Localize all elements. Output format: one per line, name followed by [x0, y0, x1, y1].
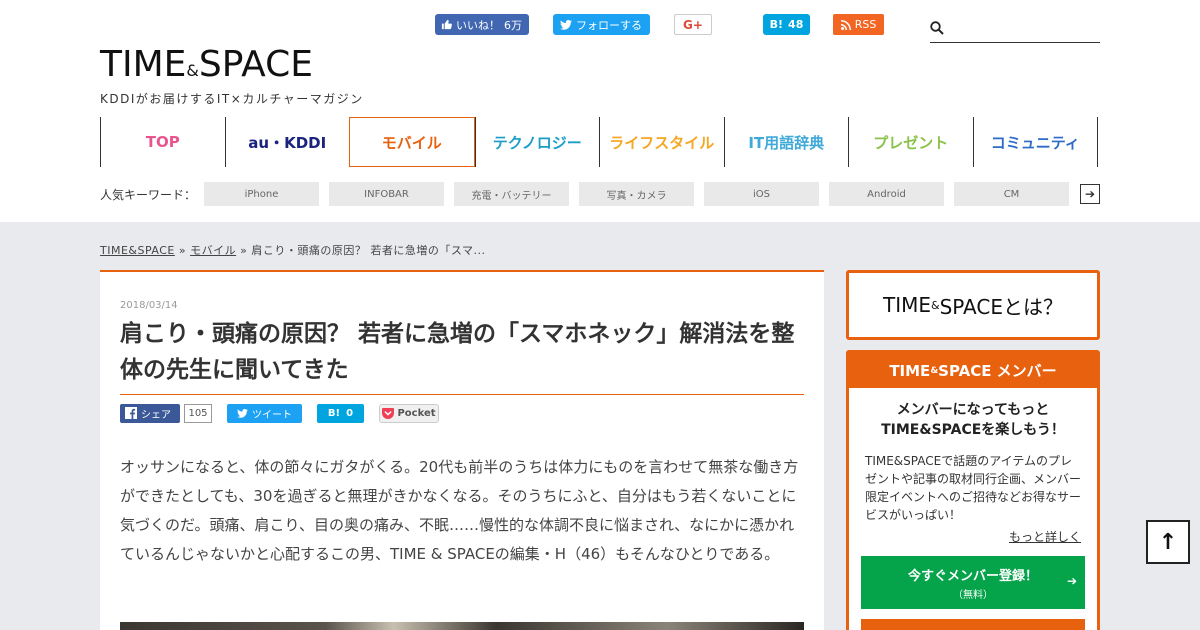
tweet-button[interactable]: ツイート [227, 403, 302, 423]
keyword-tag[interactable]: iOS [704, 182, 819, 206]
pocket-icon [382, 407, 395, 419]
nav-item-2[interactable]: モバイル [349, 117, 475, 167]
keyword-tag[interactable]: 写真・カメラ [579, 182, 694, 206]
secondary-member-button[interactable] [861, 619, 1085, 630]
fb-like-count: 6万 [504, 18, 522, 32]
tw-follow-label: フォローする [576, 18, 642, 32]
about-space: SPACEとは？ [939, 294, 1063, 319]
search-input[interactable] [950, 15, 1100, 41]
twitter-bird-icon [560, 19, 572, 30]
nav-item-6[interactable]: プレゼント [848, 117, 973, 167]
register-label: 今すぐメンバー登録！ [907, 568, 1038, 584]
member-box: TIME & SPACE メンバー メンバーになってもっとTIME&SPACEを楽し… [846, 350, 1100, 630]
fb-share-count: 105 [184, 403, 212, 423]
twitter-follow-button[interactable]: フォローする [553, 14, 650, 35]
keyword-tag[interactable]: iPhone [204, 182, 319, 206]
pocket-label: Pocket [397, 407, 436, 419]
arrow-right-icon: ➔ [1066, 574, 1077, 588]
keyword-tag[interactable]: INFOBAR [329, 182, 444, 206]
nav-item-5[interactable]: IT用語辞典 [723, 117, 849, 167]
member-head-space: SPACE メンバー [938, 362, 1057, 380]
hatena-count: 48 [788, 18, 804, 31]
article-title: 肩こり・頭痛の原因？ 若者に急増の「スマホネック」解消法を整体の先生に聞いてきた [120, 316, 804, 395]
about-time: TIME [882, 293, 931, 317]
keyword-tags: iPhone INFOBAR 充電・バッテリー 写真・カメラ iOS Android CM [204, 182, 1079, 206]
twitter-bird-icon [237, 408, 248, 418]
hatena-icon: B! [327, 407, 341, 419]
hatena-share-count: 0 [346, 407, 354, 419]
share-buttons: シェア 105 ツイート B! 0 Pocket [120, 403, 439, 423]
register-sub-label: （無料） [953, 589, 993, 601]
sidebar: TIME & SPACEとは？ TIME & SPACE メンバー メンバーになってもっ… [846, 270, 1100, 630]
breadcrumb-category[interactable]: モバイル [190, 244, 236, 257]
member-description: TIME&SPACEで話題のアイテムのプレゼントや記事の取材同行企画、メンバー限… [865, 454, 1082, 522]
back-to-top-button[interactable]: ↑ [1146, 520, 1190, 564]
keyword-tag[interactable]: 充電・バッテリー [454, 182, 569, 206]
nav-item-4[interactable]: ライフスタイル [599, 117, 724, 167]
site-logo[interactable]: TIME&SPACE KDDIがお届けするIT×カルチャーマガジン [100, 44, 364, 107]
search-box [930, 14, 1100, 43]
arrow-up-icon: ↑ [1158, 529, 1178, 555]
register-button[interactable]: 今すぐメンバー登録！ （無料） ➔ [861, 556, 1085, 609]
member-head-time: TIME [889, 361, 931, 380]
breadcrumb-current: 肩こり・頭痛の原因？ 若者に急増の「スマ... [251, 244, 486, 257]
popular-keywords: 人気キーワード： iPhone INFOBAR 充電・バッテリー 写真・カメラ iOS A… [100, 182, 1100, 206]
article: 2018/03/14 肩こり・頭痛の原因？ 若者に急増の「スマホネック」解消法を… [100, 270, 824, 630]
hatena-bookmark-button[interactable]: B! 48 [763, 14, 810, 35]
logo-space: SPACE [198, 44, 314, 85]
nav-item-3[interactable]: テクノロジー [474, 117, 600, 167]
thumbs-up-icon [441, 19, 452, 30]
facebook-share-button[interactable]: シェア [120, 403, 180, 423]
rss-button[interactable]: RSS [833, 14, 884, 35]
member-head-amp: & [930, 365, 939, 376]
logo-wordmark: TIME&SPACE [100, 44, 364, 92]
breadcrumb-sep: » [178, 244, 187, 257]
keywords-label: 人気キーワード： [100, 187, 197, 202]
fb-share-label: シェア [141, 409, 171, 421]
about-banner[interactable]: TIME & SPACEとは？ [846, 270, 1100, 340]
nav-item-0[interactable]: TOP [100, 117, 225, 167]
member-header: TIME & SPACE メンバー [849, 353, 1097, 388]
article-body: オッサンになると、体の節々にガタがくる。20代も前半のうちは体力にものを言わせて… [120, 458, 799, 563]
main-nav: TOP au・KDDI モバイル テクノロジー ライフスタイル IT用語辞典 プレゼント コミ… [100, 117, 1098, 167]
fb-like-label: いいね！ [456, 18, 500, 32]
breadcrumb-sep: » [240, 244, 248, 257]
member-catchphrase: メンバーになってもっとTIME&SPACEを楽しもう！ [881, 402, 1065, 438]
google-plus-button[interactable]: G+ [674, 14, 712, 35]
logo-amp: & [186, 61, 199, 80]
search-icon[interactable] [930, 21, 944, 35]
keyword-tag[interactable]: Android [829, 182, 944, 206]
keywords-more-arrow-icon[interactable]: ➔ [1080, 184, 1100, 204]
pocket-button[interactable]: Pocket [379, 403, 439, 423]
keyword-tag[interactable]: CM [954, 182, 1069, 206]
logo-time: TIME [100, 44, 187, 85]
hatena-icon: B! [769, 18, 784, 31]
article-hero-image [120, 622, 804, 630]
tweet-label: ツイート [252, 409, 292, 421]
rss-label: RSS [854, 18, 877, 31]
nav-item-7[interactable]: コミュニティ [972, 117, 1098, 167]
breadcrumb: TIME&SPACE » モバイル » 肩こり・頭痛の原因？ 若者に急増の「スマ… [100, 242, 485, 258]
rss-icon [840, 19, 851, 30]
breadcrumb-home[interactable]: TIME&SPACE [100, 244, 175, 257]
about-amp: & [931, 298, 940, 312]
member-more-link[interactable]: もっと詳しく [849, 528, 1081, 545]
facebook-icon [125, 407, 137, 419]
article-date: 2018/03/14 [120, 300, 178, 311]
google-plus-icon: G+ [683, 17, 703, 32]
site-header: いいね！ 6万 フォローする G+ B! 48 RSS TIME&SPACE K… [0, 0, 1200, 222]
nav-item-1[interactable]: au・KDDI [224, 117, 350, 167]
hatena-share-button[interactable]: B! 0 [317, 403, 364, 423]
logo-tagline: KDDIがお届けするIT×カルチャーマガジン [100, 92, 364, 106]
facebook-like-button[interactable]: いいね！ 6万 [435, 14, 529, 35]
